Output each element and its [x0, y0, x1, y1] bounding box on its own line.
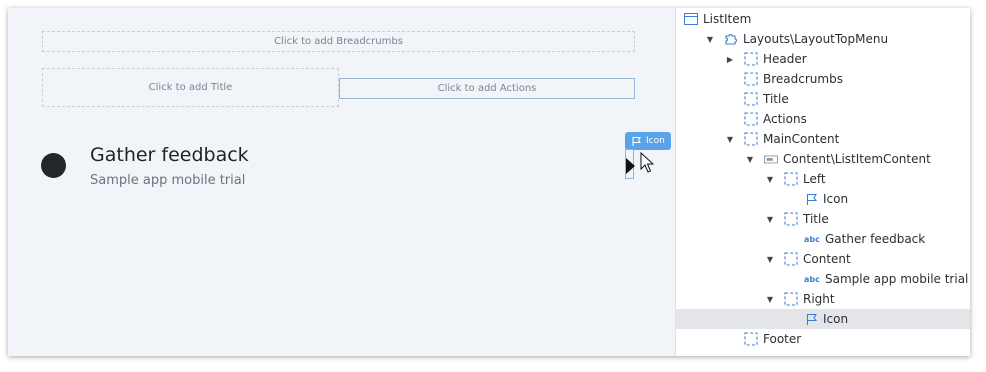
- puzzle-icon: [724, 32, 738, 46]
- tree-item[interactable]: abc Gather feedback: [676, 229, 970, 249]
- tree-item-label: Sample app mobile trial: [825, 272, 969, 286]
- abc-icon: abc: [804, 234, 820, 244]
- tree-item[interactable]: ListItem: [676, 9, 970, 29]
- tree-item[interactable]: Footer: [676, 329, 970, 349]
- tree-item-label: Gather feedback: [825, 232, 926, 246]
- list-item-subtitle[interactable]: Sample app mobile trial: [90, 173, 245, 188]
- placeholder-icon: [784, 292, 798, 306]
- window-icon: [684, 12, 698, 26]
- tree-item-label: Header: [763, 52, 807, 66]
- flag-icon: [632, 136, 641, 146]
- placeholder-icon: [744, 332, 758, 346]
- tree-item-label: Content: [803, 252, 851, 266]
- tree-item[interactable]: Breadcrumbs: [676, 69, 970, 89]
- right-arrow-icon[interactable]: [626, 158, 635, 174]
- title-placeholder[interactable]: Click to add Title: [42, 68, 339, 107]
- tree-item-label: Left: [803, 172, 826, 186]
- tree-item[interactable]: Icon: [676, 189, 970, 209]
- placeholder-icon: [744, 52, 758, 66]
- tree-item[interactable]: Icon: [676, 309, 970, 329]
- placeholder-icon: [784, 212, 798, 226]
- expand-caret-icon[interactable]: ▼: [744, 149, 756, 169]
- tree-item[interactable]: ▼ Right: [676, 289, 970, 309]
- tree-item-label: Icon: [823, 192, 849, 206]
- placeholder-icon: [784, 172, 798, 186]
- expand-caret-icon[interactable]: ▼: [764, 209, 776, 229]
- tree-item-label: ListItem: [703, 12, 752, 26]
- flag-icon: [804, 192, 818, 206]
- expand-caret-icon[interactable]: ▼: [704, 29, 716, 49]
- block-icon: [764, 152, 778, 166]
- tree-item-label: Footer: [763, 332, 802, 346]
- tree-item-label: Icon: [823, 312, 849, 326]
- placeholder-icon: [784, 252, 798, 266]
- tree-item-label: Actions: [763, 112, 807, 126]
- tree-item[interactable]: ▼ Left: [676, 169, 970, 189]
- editor-window: Click to add Breadcrumbs Click to add Ti…: [8, 8, 970, 356]
- mouse-cursor-icon: [640, 152, 654, 173]
- tree-item[interactable]: abc Sample app mobile trial: [676, 269, 970, 289]
- design-canvas[interactable]: Click to add Breadcrumbs Click to add Ti…: [8, 8, 675, 356]
- placeholder-icon: [744, 72, 758, 86]
- breadcrumbs-placeholder-text: Click to add Breadcrumbs: [274, 36, 403, 47]
- tree-item[interactable]: ▼ MainContent: [676, 129, 970, 149]
- actions-placeholder-text: Click to add Actions: [437, 83, 537, 94]
- widget-tree: ListItem ▼ Layouts\LayoutTopMenu ▶ Header Bre…: [676, 8, 970, 356]
- tree-item[interactable]: ▼ Title: [676, 209, 970, 229]
- tree-item[interactable]: Title: [676, 89, 970, 109]
- tree-item-label: Right: [803, 292, 835, 306]
- selection-badge-label: Icon: [646, 136, 665, 146]
- abc-icon: abc: [804, 274, 820, 284]
- expand-caret-icon[interactable]: ▼: [764, 289, 776, 309]
- left-icon-circle[interactable]: [41, 153, 66, 178]
- tree-item[interactable]: ▶ Header: [676, 49, 970, 69]
- breadcrumbs-placeholder[interactable]: Click to add Breadcrumbs: [42, 31, 635, 52]
- tree-item-label: Breadcrumbs: [763, 72, 843, 86]
- placeholder-icon: [744, 132, 758, 146]
- tree-item[interactable]: ▼ Layouts\LayoutTopMenu: [676, 29, 970, 49]
- placeholder-icon: [744, 92, 758, 106]
- tree-item[interactable]: ▼ Content: [676, 249, 970, 269]
- tree-item-label: Title: [763, 92, 789, 106]
- title-placeholder-text: Click to add Title: [148, 82, 233, 93]
- tree-item[interactable]: ▼ Content\ListItemContent: [676, 149, 970, 169]
- actions-placeholder[interactable]: Click to add Actions: [339, 78, 635, 99]
- flag-icon: [804, 312, 818, 326]
- list-item-title[interactable]: Gather feedback: [90, 144, 249, 166]
- collapse-caret-icon[interactable]: ▶: [724, 49, 736, 69]
- placeholder-icon: [744, 112, 758, 126]
- expand-caret-icon[interactable]: ▼: [764, 249, 776, 269]
- expand-caret-icon[interactable]: ▼: [764, 169, 776, 189]
- tree-item-label: Layouts\LayoutTopMenu: [743, 32, 889, 46]
- tree-item[interactable]: Actions: [676, 109, 970, 129]
- tree-item-label: MainContent: [763, 132, 840, 146]
- selection-badge: Icon: [625, 132, 671, 150]
- expand-caret-icon[interactable]: ▼: [724, 129, 736, 149]
- tree-item-label: Title: [803, 212, 829, 226]
- tree-item-label: Content\ListItemContent: [783, 152, 931, 166]
